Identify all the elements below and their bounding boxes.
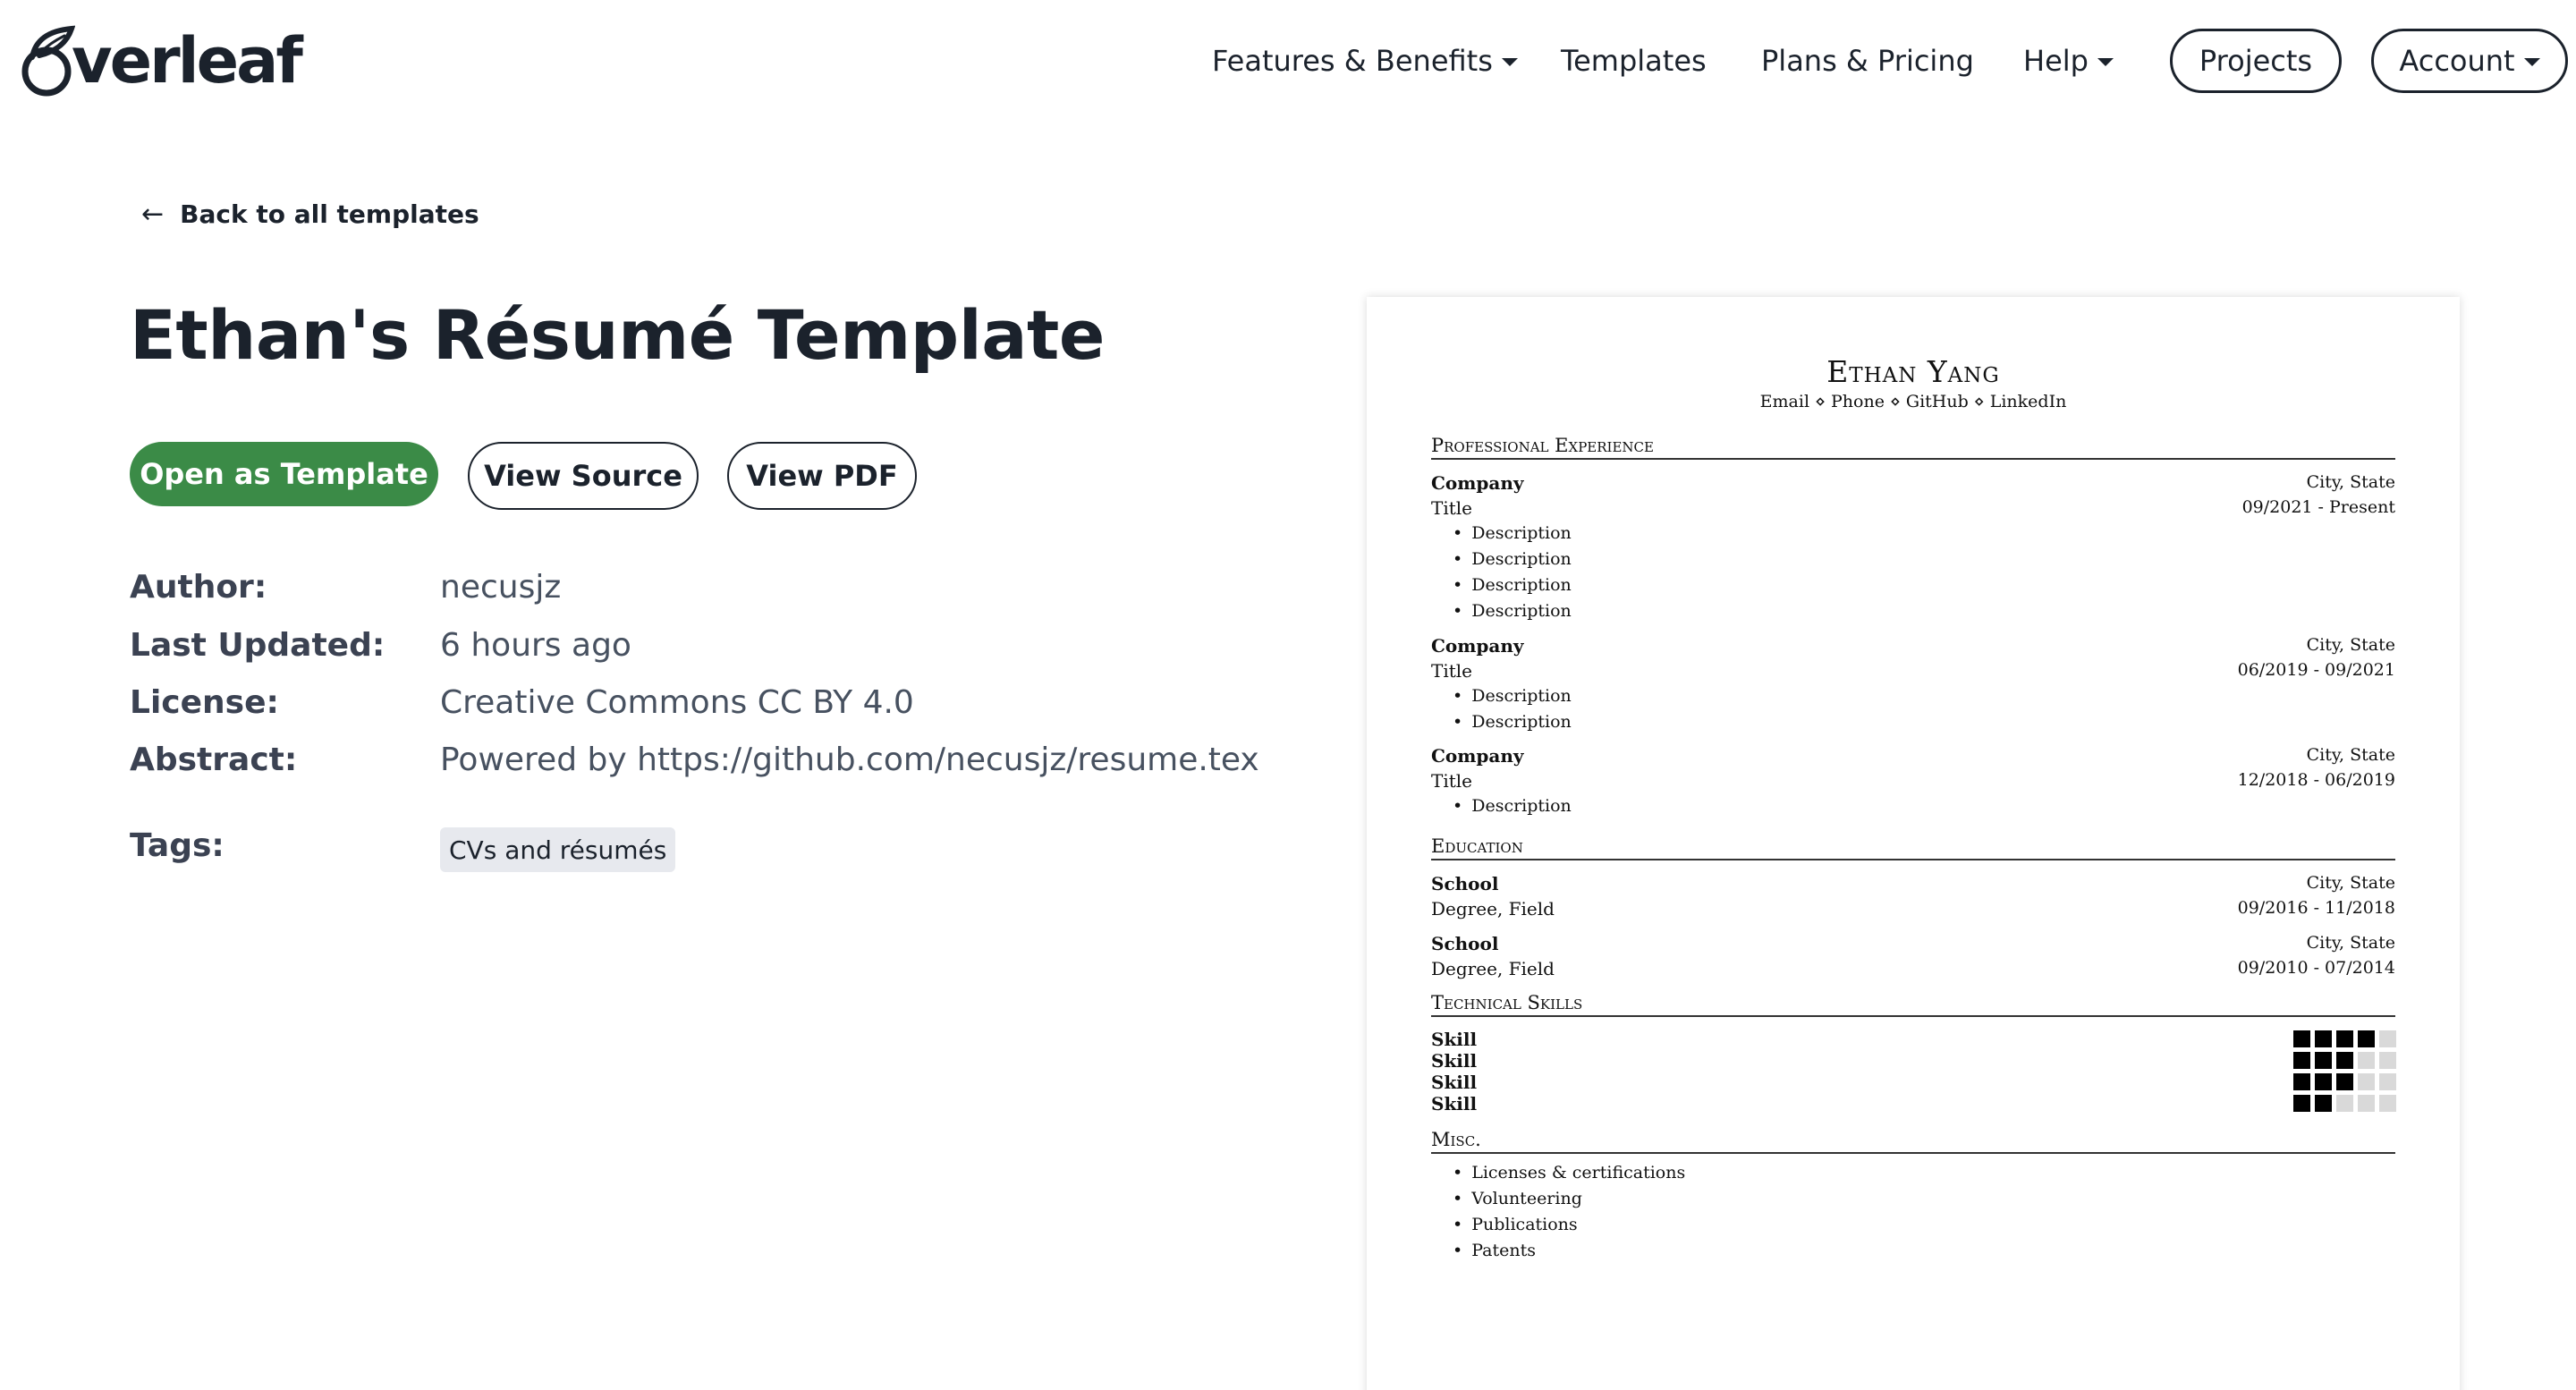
skill-level-filled — [2293, 1030, 2310, 1047]
account-label: Account — [2399, 44, 2515, 78]
nav-help-dropdown[interactable]: Help — [2023, 39, 2114, 82]
last-updated-label: Last Updated: — [130, 627, 386, 664]
logo-text: verleaf — [72, 24, 303, 97]
resume-skill: Skill — [1431, 1029, 1478, 1050]
license-value: Creative Commons CC BY 4.0 — [440, 684, 914, 721]
skill-level-empty — [2379, 1073, 2396, 1090]
back-to-templates-link[interactable]: ← Back to all templates — [141, 199, 479, 230]
resume-job-title: Title — [1431, 770, 1473, 792]
nav-templates-link[interactable]: Templates — [1561, 39, 1707, 82]
abstract-label: Abstract: — [130, 742, 298, 778]
skill-level-filled — [2293, 1073, 2310, 1090]
skill-level-filled — [2336, 1052, 2353, 1069]
skill-level-empty — [2379, 1095, 2396, 1112]
resume-date: 09/2021 - Present — [2241, 497, 2395, 517]
author-label: Author: — [130, 569, 267, 606]
view-pdf-button[interactable]: View PDF — [727, 442, 917, 510]
resume-name: Ethan Yang — [1826, 354, 2000, 389]
abstract-value: Powered by https://github.com/necusjz/re… — [440, 742, 1259, 778]
resume-misc-item: Volunteering — [1453, 1189, 1582, 1208]
page-title: Ethan's Résumé Template — [130, 295, 1105, 375]
resume-job-title: Title — [1431, 660, 1473, 682]
resume-section-skills: Technical Skills — [1431, 992, 2395, 1017]
last-updated-value: 6 hours ago — [440, 627, 631, 664]
skill-level-filled — [2315, 1095, 2332, 1112]
nav-pricing-link[interactable]: Plans & Pricing — [1761, 39, 1974, 82]
skill-level-filled — [2293, 1052, 2310, 1069]
license-label: License: — [130, 684, 279, 721]
caret-down-icon — [2097, 57, 2114, 66]
resume-bullet: Description — [1453, 549, 1572, 569]
resume-company: Company — [1431, 472, 1524, 494]
skill-level-filled — [2358, 1030, 2375, 1047]
resume-location: City, State — [2306, 745, 2395, 765]
open-as-template-button[interactable]: Open as Template — [130, 442, 438, 506]
template-preview-image[interactable]: Ethan Yang Email ⋄ Phone ⋄ GitHub ⋄ Link… — [1367, 297, 2460, 1390]
resume-company: Company — [1431, 635, 1524, 657]
account-dropdown[interactable]: Account — [2371, 29, 2568, 93]
skill-level-empty — [2379, 1052, 2396, 1069]
projects-button[interactable]: Projects — [2170, 29, 2342, 93]
resume-bullet: Description — [1453, 712, 1572, 732]
resume-location: City, State — [2306, 472, 2395, 492]
resume-location: City, State — [2306, 873, 2395, 893]
resume-location: City, State — [2306, 933, 2395, 953]
arrow-left-icon: ← — [141, 199, 165, 230]
view-source-button[interactable]: View Source — [468, 442, 699, 510]
skill-level-filled — [2336, 1030, 2353, 1047]
skill-level-empty — [2358, 1052, 2375, 1069]
nav-features-dropdown[interactable]: Features & Benefits — [1212, 39, 1518, 82]
resume-degree: Degree, Field — [1431, 898, 1555, 920]
skill-level-filled — [2336, 1073, 2353, 1090]
resume-misc-item: Patents — [1453, 1241, 1536, 1260]
tags-label: Tags: — [130, 827, 225, 864]
resume-section-experience: Professional Experience — [1431, 435, 2395, 460]
resume-school: School — [1431, 873, 1499, 894]
nav-features-label: Features & Benefits — [1212, 44, 1493, 78]
tag-cvs-resumes[interactable]: CVs and résumés — [440, 827, 676, 872]
overleaf-logo[interactable]: verleaf — [20, 23, 303, 98]
skill-level-empty — [2358, 1073, 2375, 1090]
resume-skill: Skill — [1431, 1093, 1478, 1115]
skill-level-filled — [2293, 1095, 2310, 1112]
navbar: verleaf Features & Benefits Templates Pl… — [0, 0, 2576, 123]
skill-level-empty — [2379, 1030, 2396, 1047]
skill-level-filled — [2315, 1052, 2332, 1069]
resume-location: City, State — [2306, 635, 2395, 655]
resume-job-title: Title — [1431, 497, 1473, 519]
skill-level-filled — [2315, 1030, 2332, 1047]
resume-date: 12/2018 - 06/2019 — [2237, 770, 2395, 790]
back-link-label: Back to all templates — [180, 199, 479, 229]
resume-misc-item: Licenses & certifications — [1453, 1163, 1685, 1182]
resume-date: 09/2010 - 07/2014 — [2237, 958, 2395, 978]
resume-skill: Skill — [1431, 1050, 1478, 1072]
overleaf-leaf-icon — [21, 25, 75, 97]
skill-level-empty — [2358, 1095, 2375, 1112]
resume-bullet: Description — [1453, 523, 1572, 543]
resume-degree: Degree, Field — [1431, 958, 1555, 979]
resume-skill: Skill — [1431, 1072, 1478, 1093]
resume-bullet: Description — [1453, 601, 1572, 621]
resume-school: School — [1431, 933, 1499, 954]
caret-down-icon — [1501, 57, 1518, 66]
skill-level-empty — [2336, 1095, 2353, 1112]
nav-help-label: Help — [2023, 44, 2089, 78]
skill-level-filled — [2315, 1073, 2332, 1090]
resume-date: 06/2019 - 09/2021 — [2237, 660, 2395, 680]
caret-down-icon — [2523, 57, 2540, 66]
resume-company: Company — [1431, 745, 1524, 767]
resume-date: 09/2016 - 11/2018 — [2237, 898, 2395, 918]
resume-bullet: Description — [1453, 686, 1572, 706]
resume-section-education: Education — [1431, 835, 2395, 860]
resume-misc-item: Publications — [1453, 1215, 1577, 1234]
resume-bullet: Description — [1453, 575, 1572, 595]
resume-bullet: Description — [1453, 796, 1572, 816]
author-value: necusjz — [440, 569, 562, 606]
resume-section-misc: Misc. — [1431, 1129, 2395, 1154]
resume-contact: Email ⋄ Phone ⋄ GitHub ⋄ LinkedIn — [1759, 392, 2067, 411]
